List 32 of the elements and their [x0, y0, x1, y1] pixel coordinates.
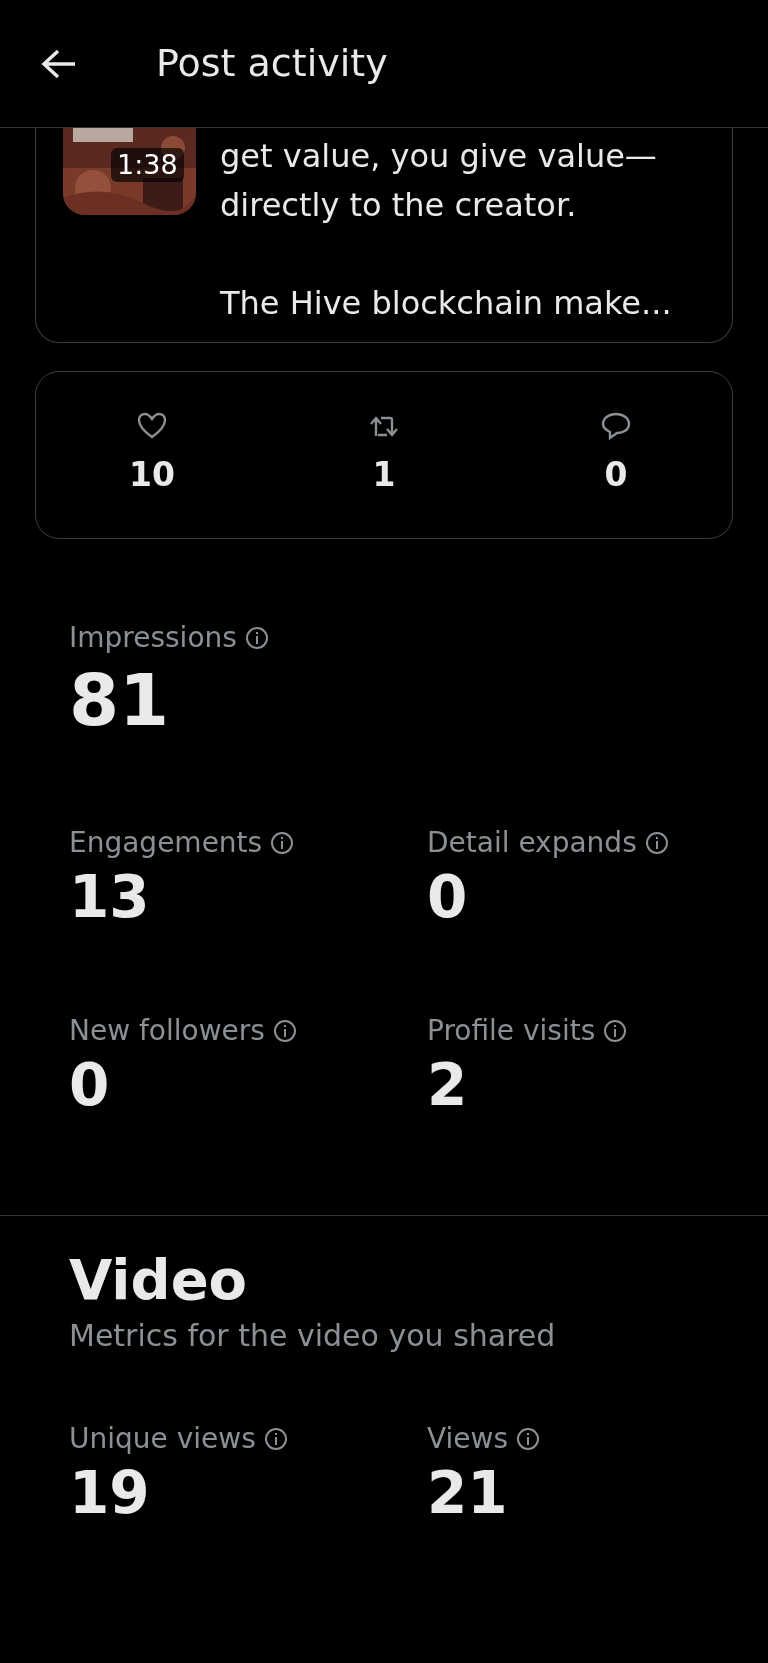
video-duration: 1:38 — [111, 148, 184, 182]
count-value: 1 — [372, 454, 396, 497]
metric-value: 21 — [427, 1460, 509, 1528]
back-button[interactable] — [40, 47, 78, 80]
metric-value: 19 — [69, 1460, 151, 1528]
page-title: Post activity — [156, 40, 388, 87]
section-subtitle: Metrics for the video you shared — [69, 1317, 557, 1356]
metric-label: Views — [427, 1421, 509, 1458]
count-value: 10 — [129, 454, 175, 497]
info-icon[interactable] — [516, 1427, 541, 1452]
speech-bubble-icon — [600, 410, 632, 443]
post-text: get value, you give value— directly to the creator. The Hive blockchain make... — [220, 136, 672, 324]
section-heading: Video — [69, 1246, 249, 1314]
info-icon[interactable] — [244, 626, 269, 650]
info-icon[interactable] — [603, 1019, 628, 1044]
metric-value: 2 — [427, 1052, 469, 1120]
info-icon[interactable] — [263, 1427, 288, 1452]
metric-value: 81 — [69, 659, 171, 742]
count-value: 0 — [604, 454, 628, 497]
info-icon[interactable] — [270, 830, 295, 855]
metric-value: 0 — [427, 863, 469, 931]
metric-label: New followers — [69, 1013, 265, 1050]
info-icon[interactable] — [644, 830, 669, 855]
info-icon[interactable] — [272, 1019, 297, 1044]
metric-value: 13 — [69, 863, 151, 931]
metric-label: Detail expands — [427, 824, 637, 861]
metric-label: Profile visits — [427, 1013, 596, 1050]
metric-label: Unique views — [69, 1421, 256, 1458]
metric-label: Impressions — [69, 620, 237, 656]
metric-value: 0 — [69, 1052, 111, 1120]
post-card[interactable]: 1:38 get value, you give value— directly to the creator. The Hive blockchain make... — [35, 128, 733, 343]
metric-label: Engagements — [69, 824, 263, 861]
